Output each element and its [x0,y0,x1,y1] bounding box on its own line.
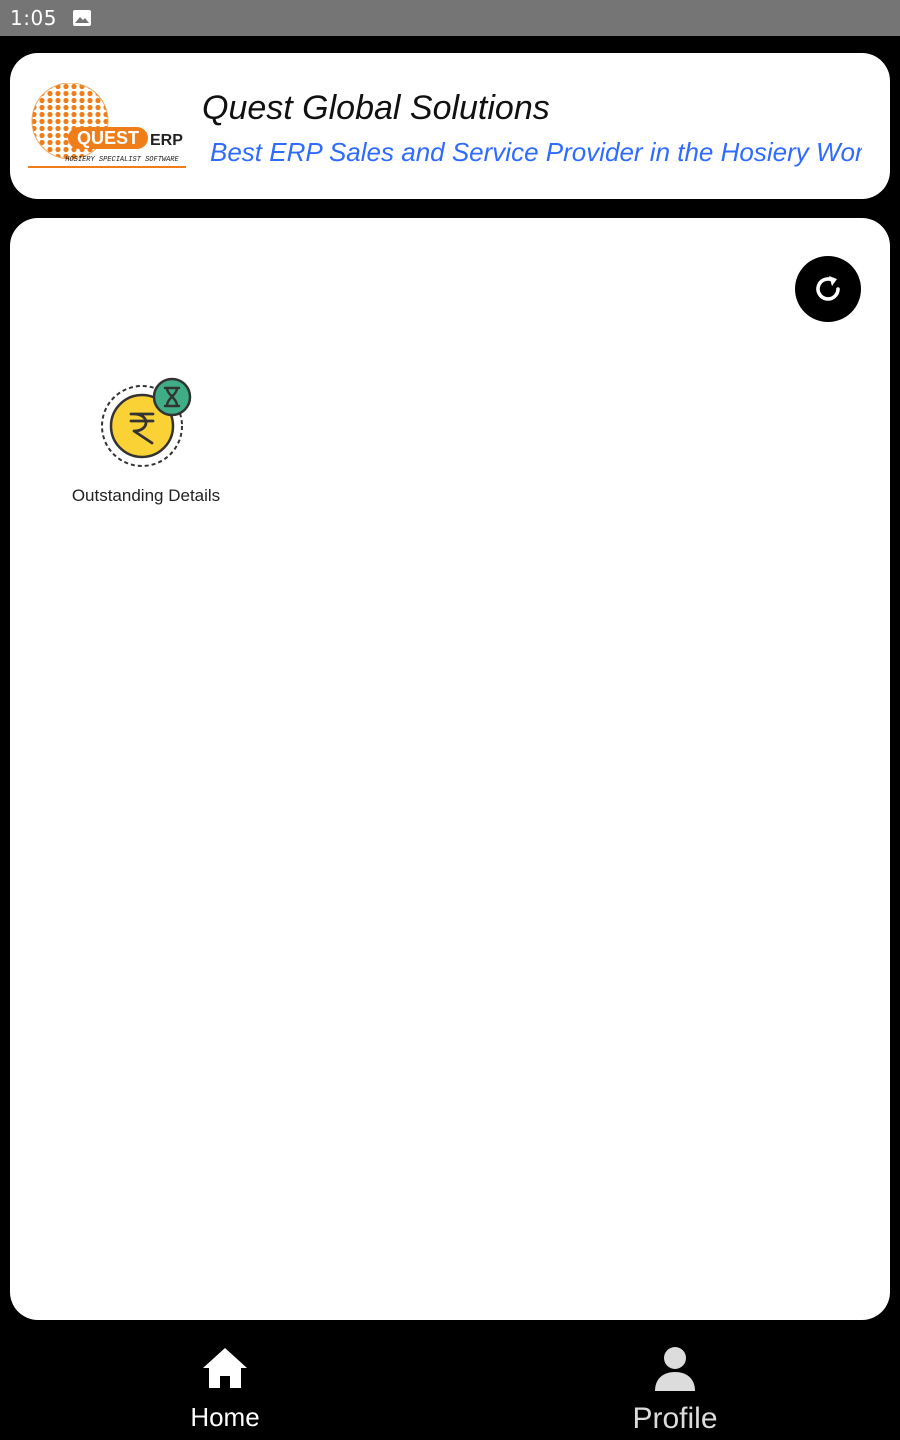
image-notification-icon [72,10,91,26]
outstanding-details-tile[interactable]: Outstanding Details [58,376,234,516]
quest-erp-logo: QUEST ERP HOSIERY SPECIALIST SOFTWARE [22,82,190,169]
refresh-icon [816,276,840,301]
brand-tagline: Best ERP Sales and Service Provider in t… [210,137,862,167]
logo-suffix: ERP [150,132,183,149]
nav-home-label: Home [190,1402,260,1432]
status-bar: 1:05 [0,0,900,36]
refresh-button[interactable] [795,256,861,322]
tile-label: Outstanding Details [71,486,221,505]
header-card: QUEST ERP HOSIERY SPECIALIST SOFTWARE Qu… [10,53,890,199]
nav-home[interactable]: Home [0,1320,450,1440]
logo-tagline: HOSIERY SPECIALIST SOFTWARE [65,156,179,164]
nav-profile[interactable]: Profile [450,1320,900,1440]
nav-profile-label: Profile [632,1402,718,1435]
tagline-marquee: Best ERP Sales and Service Provider in t… [210,135,862,169]
bottom-nav: Home Profile [0,1320,900,1440]
rupee-coin-hourglass-icon [98,376,194,472]
brand-title: Quest Global Solutions [202,89,550,127]
main-card: Outstanding Details [10,218,890,1320]
person-icon [655,1347,695,1391]
status-time: 1:05 [10,6,57,30]
logo-wordmark: QUEST [77,128,139,148]
home-icon [203,1348,247,1388]
